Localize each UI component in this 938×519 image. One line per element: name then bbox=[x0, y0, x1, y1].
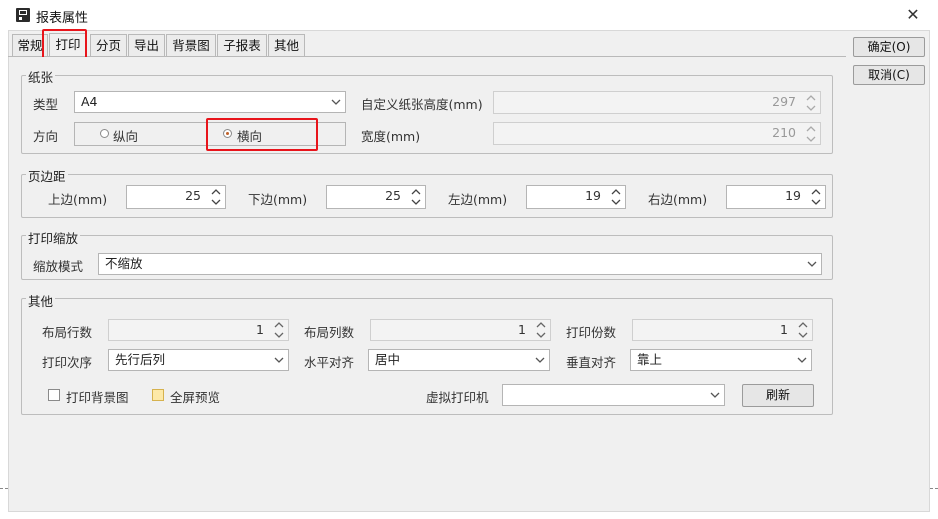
fullscreen-preview-checkbox[interactable] bbox=[152, 389, 164, 401]
paper-type-value: A4 bbox=[81, 94, 98, 109]
portrait-radio[interactable] bbox=[100, 129, 109, 138]
paper-type-label: 类型 bbox=[33, 97, 59, 112]
window-title: 报表属性 bbox=[36, 11, 89, 26]
tab-print[interactable]: 打印 bbox=[49, 33, 87, 57]
tab-subreport[interactable]: 子报表 bbox=[217, 34, 267, 56]
chevron-down-icon bbox=[797, 350, 807, 370]
print-background-checkbox[interactable] bbox=[48, 389, 60, 401]
tab-background[interactable]: 背景图 bbox=[166, 34, 216, 56]
portrait-label[interactable]: 纵向 bbox=[113, 126, 138, 145]
title-bar bbox=[0, 0, 938, 30]
landscape-label[interactable]: 横向 bbox=[237, 126, 262, 145]
paper-legend: 纸张 bbox=[26, 67, 56, 86]
margin-top-label: 上边(mm) bbox=[48, 192, 108, 207]
print-order-select[interactable]: 先行后列 bbox=[108, 349, 289, 371]
tab-other[interactable]: 其他 bbox=[268, 34, 305, 56]
margin-bottom-input[interactable]: 25 bbox=[326, 185, 426, 209]
print-order-value: 先行后列 bbox=[115, 352, 166, 367]
margin-left-input[interactable]: 19 bbox=[526, 185, 626, 209]
layout-cols-input[interactable]: 1 bbox=[370, 319, 551, 341]
paper-type-select[interactable]: A4 bbox=[74, 91, 346, 113]
radio-selected-dot bbox=[226, 132, 229, 135]
print-copies-input[interactable]: 1 bbox=[632, 319, 813, 341]
layout-rows-label: 布局行数 bbox=[42, 325, 93, 340]
scale-mode-select[interactable]: 不缩放 bbox=[98, 253, 822, 275]
tab-general[interactable]: 常规 bbox=[12, 34, 48, 56]
layout-rows-value: 1 bbox=[256, 322, 264, 337]
margin-bottom-label: 下边(mm) bbox=[248, 192, 308, 207]
chevron-down-icon bbox=[710, 385, 720, 405]
virtual-printer-select[interactable] bbox=[502, 384, 725, 406]
layout-cols-label: 布局列数 bbox=[304, 325, 355, 340]
refresh-button[interactable]: 刷新 bbox=[742, 384, 814, 407]
divider bbox=[930, 488, 938, 490]
horizontal-align-select[interactable]: 居中 bbox=[368, 349, 550, 371]
margin-right-input[interactable]: 19 bbox=[726, 185, 826, 209]
print-order-label: 打印次序 bbox=[42, 355, 93, 370]
chevron-down-icon bbox=[331, 92, 341, 112]
margins-legend: 页边距 bbox=[26, 166, 68, 185]
width-value: 210 bbox=[772, 125, 796, 140]
chevron-down-icon bbox=[807, 254, 817, 274]
margin-top-input[interactable]: 25 bbox=[126, 185, 226, 209]
scale-mode-value: 不缩放 bbox=[105, 256, 143, 271]
spinner-icon[interactable] bbox=[611, 187, 621, 207]
margin-right-value: 19 bbox=[785, 188, 801, 203]
layout-rows-input[interactable]: 1 bbox=[108, 319, 289, 341]
custom-height-input[interactable]: 297 bbox=[493, 91, 821, 114]
width-input[interactable]: 210 bbox=[493, 122, 821, 145]
vertical-align-value: 靠上 bbox=[637, 352, 663, 367]
spinner-icon[interactable] bbox=[274, 320, 284, 340]
width-label: 宽度(mm) bbox=[361, 129, 421, 144]
cancel-button[interactable]: 取消(C) bbox=[853, 65, 925, 85]
custom-height-value: 297 bbox=[772, 94, 796, 109]
margin-left-value: 19 bbox=[585, 188, 601, 203]
margin-left-label: 左边(mm) bbox=[448, 192, 508, 207]
margin-bottom-value: 25 bbox=[385, 188, 401, 203]
vertical-align-label: 垂直对齐 bbox=[566, 355, 617, 370]
other-legend: 其他 bbox=[26, 291, 56, 310]
spinner-icon[interactable] bbox=[806, 124, 816, 144]
tab-export[interactable]: 导出 bbox=[128, 34, 165, 56]
print-copies-value: 1 bbox=[780, 322, 788, 337]
spinner-icon[interactable] bbox=[806, 93, 816, 113]
spinner-icon[interactable] bbox=[798, 320, 808, 340]
close-icon[interactable]: ✕ bbox=[903, 5, 923, 25]
fullscreen-preview-label[interactable]: 全屏预览 bbox=[170, 387, 220, 406]
chevron-down-icon bbox=[274, 350, 284, 370]
ok-button[interactable]: 确定(O) bbox=[853, 37, 925, 57]
spinner-icon[interactable] bbox=[811, 187, 821, 207]
divider bbox=[0, 488, 8, 490]
custom-height-label: 自定义纸张高度(mm) bbox=[361, 97, 483, 112]
layout-cols-value: 1 bbox=[518, 322, 526, 337]
orientation-label: 方向 bbox=[33, 129, 59, 144]
spinner-icon[interactable] bbox=[211, 187, 221, 207]
horizontal-align-value: 居中 bbox=[375, 352, 401, 367]
print-copies-label: 打印份数 bbox=[566, 325, 617, 340]
tab-pagination[interactable]: 分页 bbox=[90, 34, 127, 56]
app-icon bbox=[16, 8, 30, 22]
scale-legend: 打印缩放 bbox=[26, 228, 81, 247]
scale-mode-label: 缩放模式 bbox=[33, 259, 84, 274]
spinner-icon[interactable] bbox=[536, 320, 546, 340]
spinner-icon[interactable] bbox=[411, 187, 421, 207]
virtual-printer-label: 虚拟打印机 bbox=[426, 390, 489, 405]
chevron-down-icon bbox=[535, 350, 545, 370]
print-background-label[interactable]: 打印背景图 bbox=[66, 387, 129, 406]
margin-top-value: 25 bbox=[185, 188, 201, 203]
vertical-align-select[interactable]: 靠上 bbox=[630, 349, 812, 371]
margin-right-label: 右边(mm) bbox=[648, 192, 708, 207]
horizontal-align-label: 水平对齐 bbox=[304, 355, 355, 370]
landscape-radio[interactable] bbox=[223, 129, 232, 138]
